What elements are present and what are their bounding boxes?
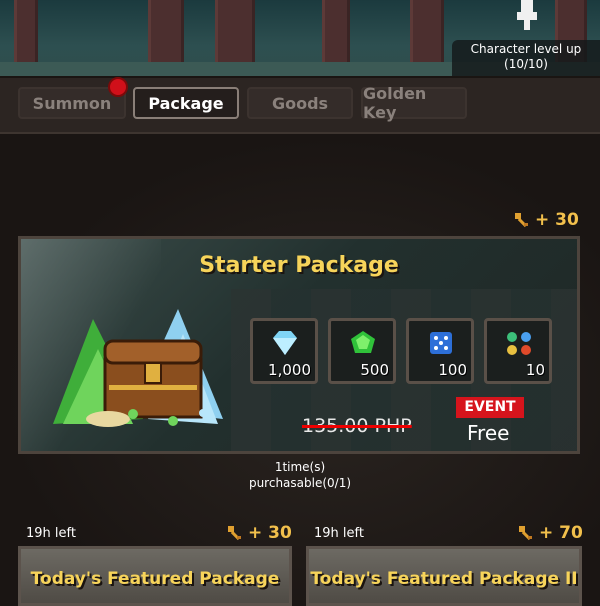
reward-amount: 10 [525, 361, 545, 379]
diamond-icon [273, 331, 297, 355]
green-gem-icon [351, 331, 375, 353]
level-up-progress: (10/10) [504, 57, 548, 71]
golden-key-icon [228, 526, 241, 541]
reward-amount: 500 [360, 361, 389, 379]
featured-package-card[interactable]: Today's Featured Package [18, 546, 292, 606]
reward-dice[interactable]: 100 [406, 318, 474, 384]
treasure-chest-icon [53, 309, 223, 427]
reward-diamond[interactable]: 1,000 [250, 318, 318, 384]
level-up-badge[interactable]: Character level up (10/10) [452, 40, 600, 76]
featured-2-key-bonus: + 70 [517, 523, 583, 543]
elemental-orbs-icon [507, 332, 531, 355]
purchase-limit: 1time(s) purchasable(0/1) [200, 459, 400, 491]
dice-icon [430, 332, 452, 354]
starter-package-title: Starter Package [199, 253, 399, 278]
purchase-times: 1time(s) [274, 460, 326, 474]
featured-2-time-left: 19h left [314, 526, 364, 541]
reward-amount: 1,000 [268, 361, 311, 379]
starter-key-bonus: + 30 [513, 210, 579, 230]
character-level-icon [517, 0, 537, 30]
reward-green-gem[interactable]: 500 [328, 318, 396, 384]
notification-dot [108, 77, 128, 97]
starter-key-bonus-value: + 30 [535, 210, 579, 230]
reward-elemental-orbs[interactable]: 10 [484, 318, 552, 384]
featured-package-2-title: Today's Featured Package II [310, 569, 578, 589]
tab-goods[interactable]: Goods [247, 87, 353, 119]
level-up-label: Character level up [470, 42, 582, 56]
featured-package-title: Today's Featured Package [30, 569, 280, 589]
purchase-count: purchasable(0/1) [248, 476, 352, 490]
featured-1-key-bonus: + 30 [226, 523, 292, 543]
tab-golden-key[interactable]: Golden Key [361, 84, 467, 122]
featured-package-2-card[interactable]: Today's Featured Package II [306, 546, 582, 606]
featured-1-time-left: 19h left [26, 526, 76, 541]
reward-amount: 100 [438, 361, 467, 379]
tab-bar: Summon Package Goods Golden Key [0, 76, 600, 136]
price-free[interactable]: Free [467, 421, 509, 445]
golden-key-icon [515, 213, 528, 228]
featured-1-key-bonus-value: + 30 [248, 523, 292, 543]
golden-key-icon [519, 526, 532, 541]
original-price: 135.00 PHP [302, 415, 412, 437]
event-badge: EVENT [456, 397, 524, 418]
featured-2-key-bonus-value: + 70 [539, 523, 583, 543]
tab-package[interactable]: Package [133, 87, 239, 119]
